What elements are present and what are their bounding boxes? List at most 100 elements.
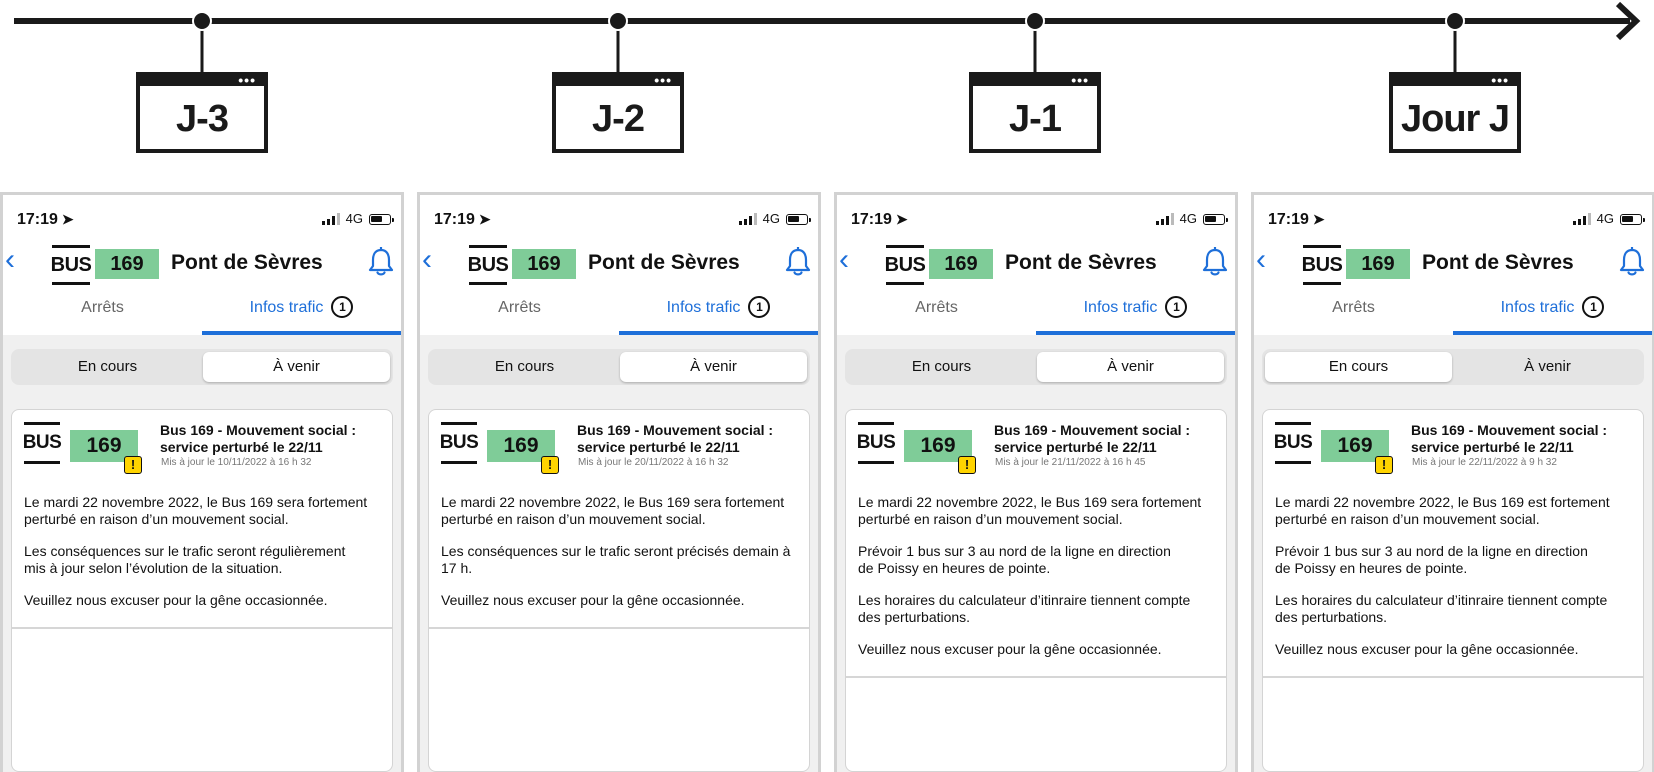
disruption-card[interactable]: BUS 169! Bus 169 - Mouvement social : serv… <box>1262 409 1644 772</box>
segmented-control: En cours À venir <box>11 349 393 385</box>
bus-mode-logo: BUS <box>857 422 896 464</box>
message-paragraph: Le mardi 22 novembre 2022, le Bus 169 se… <box>858 494 1202 527</box>
line-number-badge: 169 <box>929 249 993 279</box>
network-type: 4G <box>1179 211 1197 226</box>
traffic-count-badge: 1 <box>331 296 354 318</box>
line-header: ‹ BUS 169 Pont de Sèvres <box>1254 245 1652 285</box>
stop-name: Pont de Sèvres <box>1005 251 1157 274</box>
message-paragraph: Veuillez nous excuser pour la gêne occas… <box>441 592 745 608</box>
tab-bar: Arrêts Infos trafic 1 <box>3 295 401 335</box>
message-paragraph: Veuillez nous excuser pour la gêne occas… <box>24 592 328 608</box>
disruption-message: Le mardi 22 novembre 2022, le Bus 169 es… <box>1275 494 1637 674</box>
tab-stops[interactable]: Arrêts <box>420 295 619 335</box>
phone-screen: 17:19 ➤ 4G ‹ BUS 169 Pont de Sèvres Arrêts Infos… <box>0 192 404 772</box>
timeline-marker <box>192 11 212 31</box>
bus-mode-logo: BUS <box>440 422 479 464</box>
message-paragraph: Les horaires du calculateur d’itinraire … <box>1275 592 1608 625</box>
message-paragraph: Le mardi 22 novembre 2022, le Bus 169 es… <box>1275 494 1610 527</box>
bus-mode-logo: BUS <box>51 245 92 285</box>
bell-icon[interactable] <box>784 247 812 277</box>
traffic-count-badge: 1 <box>1165 296 1188 318</box>
location-arrow-icon: ➤ <box>1312 211 1325 227</box>
disruption-card[interactable]: BUS 169! Bus 169 - Mouvement social : serv… <box>11 409 393 772</box>
location-arrow-icon: ➤ <box>61 211 74 227</box>
content-area: En cours À venir BUS 169! Bus 169 - Mouvemen… <box>420 335 818 772</box>
segment-current[interactable]: En cours <box>848 352 1035 382</box>
battery-icon <box>786 214 811 225</box>
back-chevron-icon[interactable]: ‹ <box>1256 245 1266 275</box>
timeline-marker <box>1025 11 1045 31</box>
line-number-badge: 169 <box>512 249 576 279</box>
segment-upcoming[interactable]: À venir <box>1454 352 1641 382</box>
phone-screen: 17:19 ➤ 4G ‹ BUS 169 Pont de Sèvres Arrêts Infos… <box>417 192 821 772</box>
message-paragraph: Prévoir 1 bus sur 3 au nord de la ligne … <box>1275 543 1588 576</box>
traffic-count-badge: 1 <box>748 296 771 318</box>
tab-bar: Arrêts Infos trafic 1 <box>837 295 1235 335</box>
segment-current[interactable]: En cours <box>1265 352 1452 382</box>
message-paragraph: Les horaires du calculateur d’itinraire … <box>858 592 1191 625</box>
stop-name: Pont de Sèvres <box>171 251 323 274</box>
segmented-control: En cours À venir <box>428 349 810 385</box>
status-bar: 17:19 ➤ 4G <box>837 195 1235 231</box>
card-divider <box>429 627 809 629</box>
back-chevron-icon[interactable]: ‹ <box>839 245 849 275</box>
tab-stops[interactable]: Arrêts <box>1254 295 1453 335</box>
segment-upcoming[interactable]: À venir <box>203 352 390 382</box>
message-paragraph: Prévoir 1 bus sur 3 au nord de la ligne … <box>858 543 1171 576</box>
status-time: 17:19 ➤ <box>1268 211 1325 228</box>
bell-icon[interactable] <box>1201 247 1229 277</box>
message-paragraph: Veuillez nous excuser pour la gêne occas… <box>1275 641 1579 657</box>
disruption-card[interactable]: BUS 169! Bus 169 - Mouvement social : serv… <box>428 409 810 772</box>
card-divider <box>12 627 392 629</box>
phone-screen: 17:19 ➤ 4G ‹ BUS 169 Pont de Sèvres Arrêts Infos… <box>1251 192 1654 772</box>
message-paragraph: Le mardi 22 novembre 2022, le Bus 169 se… <box>24 494 368 527</box>
bell-icon[interactable] <box>1618 247 1646 277</box>
update-timestamp: Mis à jour le 22/11/2022 à 9 h 32 <box>1412 457 1557 468</box>
stage-window: ••• J-2 <box>552 72 684 153</box>
back-chevron-icon[interactable]: ‹ <box>422 245 432 275</box>
location-arrow-icon: ➤ <box>478 211 491 227</box>
status-time: 17:19 ➤ <box>851 211 908 228</box>
tab-stops[interactable]: Arrêts <box>837 295 1036 335</box>
segment-upcoming[interactable]: À venir <box>1037 352 1224 382</box>
disruption-title: Bus 169 - Mouvement social : service per… <box>577 422 774 455</box>
tab-traffic-info[interactable]: Infos trafic 1 <box>202 295 401 335</box>
disruption-title: Bus 169 - Mouvement social : service per… <box>160 422 357 455</box>
bell-icon[interactable] <box>367 247 395 277</box>
signal-icon <box>1155 213 1174 225</box>
disruption-message: Le mardi 22 novembre 2022, le Bus 169 se… <box>24 494 386 625</box>
stage-label: J-1 <box>1009 98 1062 140</box>
line-number-badge: 169 <box>1346 249 1410 279</box>
update-timestamp: Mis à jour le 10/11/2022 à 16 h 32 <box>161 457 312 468</box>
tab-traffic-info[interactable]: Infos trafic 1 <box>1453 295 1652 335</box>
tab-traffic-info[interactable]: Infos trafic 1 <box>619 295 818 335</box>
status-bar: 17:19 ➤ 4G <box>1254 195 1652 231</box>
stage-window: ••• J-3 <box>136 72 268 153</box>
window-dots-icon: ••• <box>1071 72 1089 88</box>
status-bar: 17:19 ➤ 4G <box>420 195 818 231</box>
content-area: En cours À venir BUS 169! Bus 169 - Mouvemen… <box>3 335 401 772</box>
stage-label: J-2 <box>592 98 645 140</box>
battery-icon <box>1203 214 1228 225</box>
update-timestamp: Mis à jour le 20/11/2022 à 16 h 32 <box>578 457 729 468</box>
network-type: 4G <box>762 211 780 226</box>
warning-icon: ! <box>541 456 559 474</box>
disruption-message: Le mardi 22 novembre 2022, le Bus 169 se… <box>858 494 1220 674</box>
message-paragraph: Les conséquences sur le trafic seront pr… <box>441 543 791 576</box>
location-arrow-icon: ➤ <box>895 211 908 227</box>
stop-name: Pont de Sèvres <box>588 251 740 274</box>
window-dots-icon: ••• <box>1491 72 1509 88</box>
segment-upcoming[interactable]: À venir <box>620 352 807 382</box>
line-header: ‹ BUS 169 Pont de Sèvres <box>420 245 818 285</box>
line-number-badge: 169 <box>95 249 159 279</box>
back-chevron-icon[interactable]: ‹ <box>5 245 15 275</box>
tab-bar: Arrêts Infos trafic 1 <box>1254 295 1652 335</box>
segment-current[interactable]: En cours <box>14 352 201 382</box>
stop-name: Pont de Sèvres <box>1422 251 1574 274</box>
segment-current[interactable]: En cours <box>431 352 618 382</box>
timeline-marker <box>608 11 628 31</box>
tab-traffic-info[interactable]: Infos trafic 1 <box>1036 295 1235 335</box>
tab-stops[interactable]: Arrêts <box>3 295 202 335</box>
update-timestamp: Mis à jour le 21/11/2022 à 16 h 45 <box>995 457 1146 468</box>
disruption-card[interactable]: BUS 169! Bus 169 - Mouvement social : serv… <box>845 409 1227 772</box>
